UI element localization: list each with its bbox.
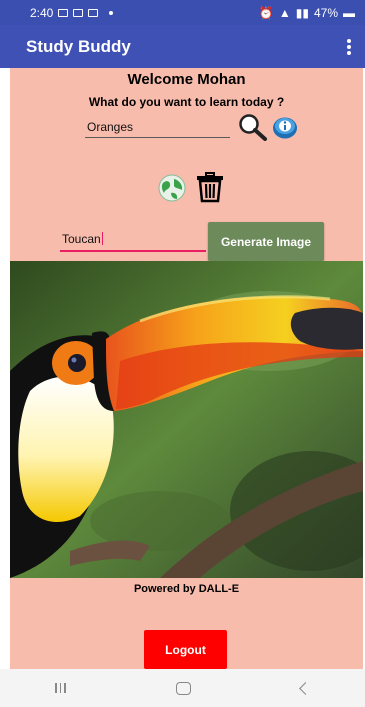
question-text: What do you want to learn today ? [88,95,285,109]
app-title: Study Buddy [26,36,131,56]
alarm-icon: ⏰ [258,5,274,20]
image-prompt-value: Toucan [62,232,101,246]
search-icon[interactable] [237,113,269,141]
more-notifications-icon [109,10,114,15]
status-time: 2:40 [30,5,54,20]
generate-image-button[interactable]: Generate Image [208,222,324,261]
topic-input[interactable]: Oranges [85,120,230,138]
mail-notification-icon [73,8,84,17]
wifi-icon: ▲ [278,5,291,20]
logout-button[interactable]: Logout [144,630,227,669]
welcome-heading: Welcome Mohan [127,71,246,88]
back-icon[interactable] [299,681,312,695]
info-icon[interactable] [272,115,298,139]
check-notification-icon [88,8,99,17]
battery-percent: 47% [313,5,338,20]
recents-icon[interactable] [55,683,66,693]
main-content: Welcome Mohan What do you want to learn … [10,68,363,669]
battery-icon: ▬ [343,5,355,20]
image-prompt-input[interactable]: Toucan [60,232,206,252]
home-icon[interactable] [175,681,191,695]
app-bar: Study Buddy [0,25,365,68]
system-nav-bar [0,669,365,707]
signal-icon: ▮▮ [295,5,309,20]
more-vert-icon[interactable] [343,35,355,59]
globe-icon[interactable] [157,173,187,203]
powered-by-text: Powered by DALL-E [133,583,240,595]
text-caret [101,232,103,245]
gallery-notification-icon [58,8,69,17]
trash-icon[interactable] [195,171,225,203]
generated-image [10,261,363,578]
status-bar: 2:40 ⏰ ▲ ▮▮ 47% ▬ [0,0,365,25]
